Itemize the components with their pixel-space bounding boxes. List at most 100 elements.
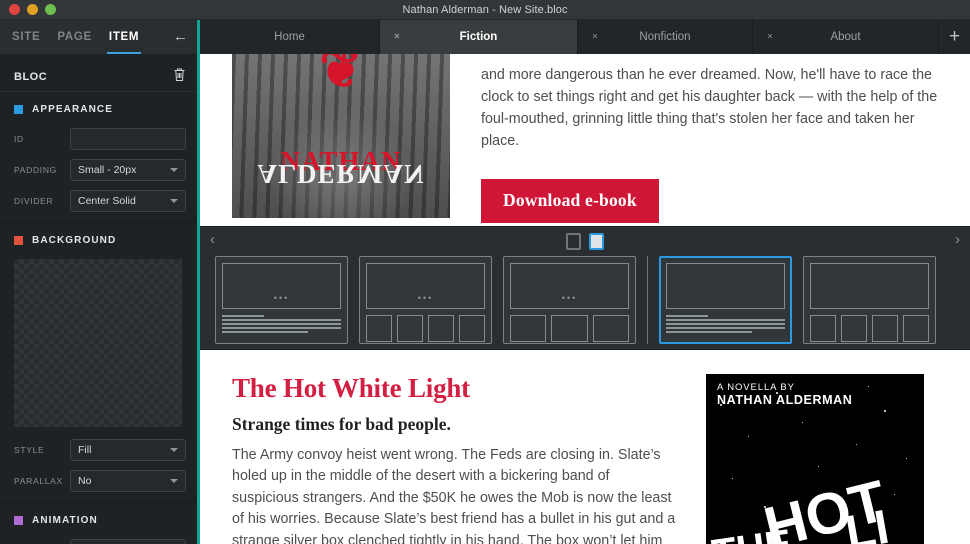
hero-section: ❦ NATHAN ALDERMAN and more dangerous tha… <box>200 54 970 226</box>
thumb-screen <box>810 263 929 309</box>
inspector-tab-bar: SITE PAGE ITEM ← <box>0 20 200 54</box>
close-icon[interactable]: × <box>394 32 400 43</box>
section-appearance: APPEARANCE ID PADDING Small - 20px DIVID… <box>0 92 200 223</box>
parallax-select[interactable]: No <box>70 470 186 492</box>
thumb-screen <box>666 263 785 309</box>
book-title: The Hot White Light <box>232 373 470 403</box>
template-thumbnail-4-selected[interactable] <box>659 256 792 344</box>
section-animation-header: ANIMATION <box>14 515 186 526</box>
template-thumbnail-2[interactable]: ••• <box>359 256 492 344</box>
carousel-thumbnails: ••• ••• ••• <box>200 256 970 344</box>
tab-fiction[interactable]: × Fiction <box>380 20 578 54</box>
hot-white-light-cover-image[interactable]: A NOVELLA BY NATHAN ALDERMAN THE HOT LI <box>706 374 924 544</box>
download-ebook-button[interactable]: Download e-book <box>481 179 659 223</box>
section-animation-label: ANIMATION <box>32 515 98 526</box>
padding-select[interactable]: Small - 20px <box>70 159 186 181</box>
background-transparency-swatch[interactable] <box>14 259 182 427</box>
field-id: ID <box>14 128 186 150</box>
thumb-screen: ••• <box>366 263 485 309</box>
tab-home[interactable]: Home <box>200 20 380 54</box>
field-id-label: ID <box>14 134 24 144</box>
template-thumbnail-3[interactable]: ••• <box>503 256 636 344</box>
carousel-page-1[interactable] <box>566 233 581 250</box>
section-background-header: BACKGROUND <box>14 235 186 246</box>
tab-about-label: About <box>830 31 861 43</box>
book-subtitle: Strange times for bad people. <box>232 413 451 434</box>
appearance-color-dot <box>14 105 23 114</box>
close-icon[interactable]: × <box>767 32 773 43</box>
cover-byline-name: NATHAN ALDERMAN <box>717 393 853 407</box>
window-title: Nathan Alderman - New Site.bloc <box>402 3 568 16</box>
thumb-lines <box>222 315 341 333</box>
template-thumbnail-5[interactable] <box>803 256 936 344</box>
editor-pane: Home × Fiction × Nonfiction × About + ❦ … <box>200 20 970 544</box>
carousel-pager <box>566 233 604 250</box>
thumb-boxes <box>510 315 629 342</box>
cover-author-last: ALDERMAN <box>257 159 425 189</box>
field-divider: DIVIDER Center Solid <box>14 190 186 212</box>
window-body: SITE PAGE ITEM ← BLOC APPEARANCE ID PADD… <box>0 20 970 544</box>
template-thumbnail-1[interactable]: ••• <box>215 256 348 344</box>
tab-fiction-label: Fiction <box>459 31 498 43</box>
section-appearance-label: APPEARANCE <box>32 104 114 115</box>
minimize-window-button[interactable] <box>27 4 38 15</box>
thumb-lines <box>666 315 785 333</box>
trash-icon[interactable] <box>173 67 186 87</box>
carousel-next-icon[interactable]: › <box>955 231 960 248</box>
field-divider-label: DIVIDER <box>14 196 54 206</box>
field-parallax: PARALLAX No <box>14 470 186 492</box>
tab-about[interactable]: × About <box>753 20 939 54</box>
tab-site[interactable]: SITE <box>12 20 40 54</box>
field-bg-style: STYLE Fill <box>14 439 186 461</box>
close-icon[interactable]: × <box>592 32 598 43</box>
inspector-scroll-area: BLOC APPEARANCE ID PADDING Small - 20px … <box>0 54 200 544</box>
thumb-dots-icon: ••• <box>561 293 578 303</box>
chevron-down-icon <box>170 479 178 483</box>
title-bar: Nathan Alderman - New Site.bloc <box>0 0 970 20</box>
template-carousel: ‹ › ••• ••• ••• <box>200 226 970 350</box>
tab-nonfiction[interactable]: × Nonfiction <box>578 20 753 54</box>
bg-style-select-value: Fill <box>78 444 92 456</box>
section-appearance-header: APPEARANCE <box>14 104 186 115</box>
carousel-controls: ‹ › <box>200 227 970 256</box>
tab-item[interactable]: ITEM <box>106 20 142 54</box>
thumb-screen: ••• <box>510 263 629 309</box>
field-parallax-label: PARALLAX <box>14 476 63 486</box>
tab-page[interactable]: PAGE <box>57 20 92 54</box>
parallax-select-value: No <box>78 475 92 487</box>
section-background-label: BACKGROUND <box>32 235 117 246</box>
book-description: The Army convoy heist went wrong. The Fe… <box>232 446 676 544</box>
background-color-dot <box>14 236 23 245</box>
field-padding: PADDING Small - 20px <box>14 159 186 181</box>
bg-style-select[interactable]: Fill <box>70 439 186 461</box>
book-cover-image[interactable]: ❦ NATHAN ALDERMAN <box>232 54 450 218</box>
lower-text-block: The Hot White Light Strange times for ba… <box>200 373 706 544</box>
page-tab-bar: Home × Fiction × Nonfiction × About + <box>200 20 970 54</box>
id-input[interactable] <box>70 128 186 150</box>
traffic-lights <box>0 4 56 15</box>
lower-section: The Hot White Light Strange times for ba… <box>200 350 970 544</box>
section-animation: ANIMATION STYLE None <box>0 503 200 544</box>
lower-cover-wrap: A NOVELLA BY NATHAN ALDERMAN THE HOT LI <box>706 374 970 544</box>
bloc-title: BLOC <box>14 70 48 83</box>
divider-select[interactable]: Center Solid <box>70 190 186 212</box>
design-canvas: ❦ NATHAN ALDERMAN and more dangerous tha… <box>200 54 970 544</box>
chevron-down-icon <box>170 168 178 172</box>
zoom-window-button[interactable] <box>45 4 56 15</box>
close-window-button[interactable] <box>9 4 20 15</box>
thumbnail-group-divider <box>647 256 648 344</box>
divider-select-value: Center Solid <box>78 195 136 207</box>
app-window: Nathan Alderman - New Site.bloc SITE PAG… <box>0 0 970 544</box>
thumb-boxes <box>366 315 485 342</box>
hero-text-block: and more dangerous than he ever dreamed.… <box>450 54 970 226</box>
back-arrow-icon[interactable]: ← <box>173 29 188 46</box>
thumb-screen: ••• <box>222 263 341 309</box>
thumb-boxes <box>810 315 929 342</box>
new-tab-button[interactable]: + <box>939 20 970 54</box>
carousel-prev-icon[interactable]: ‹ <box>210 231 215 248</box>
anim-style-select[interactable]: None <box>70 539 186 544</box>
carousel-page-2[interactable] <box>589 233 604 250</box>
hero-paragraph: and more dangerous than he ever dreamed.… <box>481 67 938 149</box>
hero-cover-wrap: ❦ NATHAN ALDERMAN <box>200 54 450 226</box>
tab-home-label: Home <box>274 31 305 43</box>
